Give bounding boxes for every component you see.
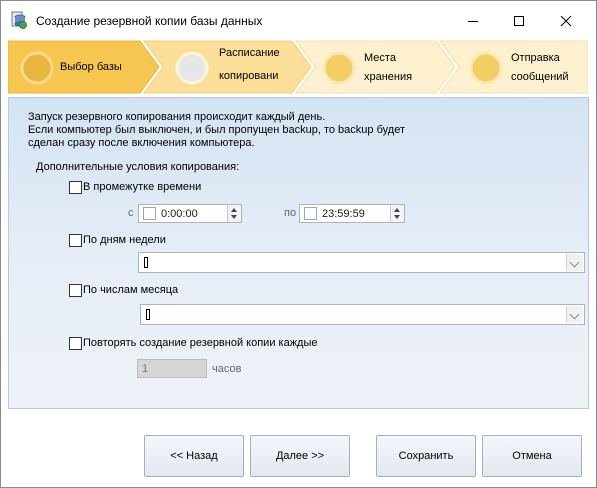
info-line-1: Запуск резервного копирования происходит…: [28, 111, 326, 123]
step-2-circle-icon: [175, 51, 209, 85]
spin-up-icon[interactable]: [394, 208, 400, 212]
month-days-label: По числам месяца: [83, 284, 179, 296]
time-from-input[interactable]: 0:00:00: [138, 204, 242, 223]
spin-up-icon[interactable]: [231, 208, 237, 212]
minimize-icon: [468, 21, 478, 22]
time-to-spinner[interactable]: [390, 205, 404, 222]
close-button[interactable]: [543, 1, 589, 41]
month-days-dropdown-button[interactable]: [566, 306, 583, 323]
step-1-label: Выбор базы: [60, 61, 122, 73]
back-button[interactable]: << Назад: [144, 435, 244, 477]
step-4-label-line2: сообщений: [511, 71, 569, 83]
time-from-spinner[interactable]: [227, 205, 241, 222]
repeat-label: Повторять создание резервной копии кажды…: [83, 337, 318, 349]
weekdays-dropdown-button[interactable]: [566, 254, 583, 271]
time-from-value: 0:00:00: [161, 208, 198, 220]
text-cursor: [144, 257, 148, 268]
time-to-value: 23:59:59: [322, 208, 365, 220]
database-backup-app-icon: [11, 11, 27, 29]
title-bar: Создание резервной копии базы данных: [1, 1, 596, 41]
time-from-enable-checkbox[interactable]: [143, 207, 156, 220]
next-button[interactable]: Далее >>: [250, 435, 350, 477]
time-range-label: В промежутке времени: [83, 181, 202, 193]
step-3-label-line2: хранения: [364, 71, 413, 83]
time-to-input[interactable]: 23:59:59: [299, 204, 405, 223]
wizard-steps: Выбор базы Расписание копировани Места х…: [8, 39, 588, 95]
weekdays-combo[interactable]: [138, 252, 585, 273]
text-cursor: [146, 309, 150, 320]
step-4-label-line1: Отправка: [511, 52, 560, 64]
month-days-combo[interactable]: [140, 304, 585, 325]
repeat-interval-input[interactable]: 1: [137, 359, 207, 378]
month-days-checkbox[interactable]: [69, 284, 82, 297]
time-to-label: по: [284, 207, 297, 219]
schedule-info: Запуск резервного копирования происходит…: [28, 111, 405, 150]
close-icon: [560, 15, 572, 27]
spin-down-icon[interactable]: [394, 215, 400, 219]
step-2-label-line1: Расписание: [219, 47, 280, 59]
info-line-3: сделан сразу после включения компьютера.: [28, 137, 255, 149]
step-1-circle-icon: [20, 51, 54, 85]
step-2-label-line2: копировани: [219, 70, 279, 82]
backup-wizard-window: Создание резервной копии базы данных Выб…: [0, 0, 597, 488]
spin-down-icon[interactable]: [231, 215, 237, 219]
time-from-label: с: [128, 207, 134, 219]
save-button[interactable]: Сохранить: [376, 435, 476, 477]
minimize-button[interactable]: [450, 1, 496, 41]
weekdays-label: По дням недели: [83, 234, 166, 246]
maximize-button[interactable]: [496, 1, 542, 41]
step-4-circle-icon: [469, 51, 503, 85]
repeat-checkbox[interactable]: [69, 337, 82, 350]
time-to-enable-checkbox[interactable]: [304, 207, 317, 220]
window-title: Создание резервной копии базы данных: [36, 14, 263, 28]
maximize-icon: [514, 16, 524, 26]
time-range-checkbox[interactable]: [69, 181, 82, 194]
chevron-down-icon: [569, 257, 580, 268]
info-line-2: Если компьютер был выключен, и был пропу…: [28, 124, 405, 136]
step-3-label-line1: Места: [364, 52, 396, 64]
repeat-unit-label: часов: [212, 363, 242, 375]
chevron-down-icon: [569, 309, 580, 320]
extra-conditions-label: Дополнительные условия копирования:: [36, 161, 240, 173]
cancel-button[interactable]: Отмена: [482, 435, 582, 477]
weekdays-checkbox[interactable]: [69, 234, 82, 247]
step-3-circle-icon: [322, 51, 356, 85]
